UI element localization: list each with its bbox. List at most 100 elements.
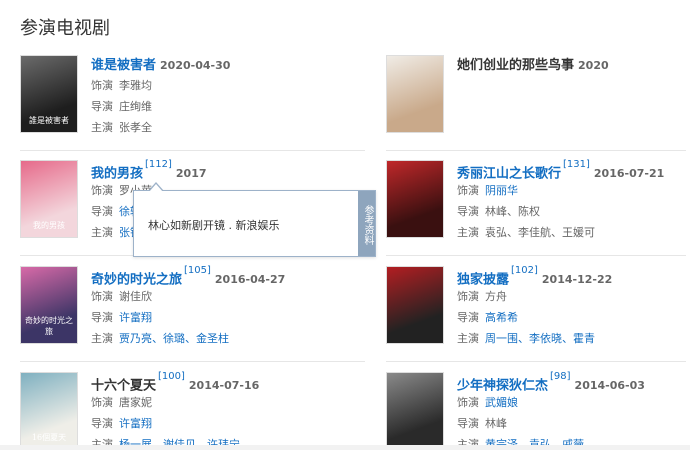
drama-info: 奇妙的时光之旅[105]2016-04-27 饰演 谢佳欣 导演 许富翔主演 贾乃亮、徐璐… bbox=[91, 265, 325, 349]
starring-label: 主演 bbox=[91, 226, 113, 239]
starring-label: 主演 bbox=[457, 226, 479, 239]
role-label: 饰演 bbox=[91, 79, 113, 92]
reference-marker[interactable]: [105] bbox=[184, 265, 211, 276]
director-row: 导演 高希希 bbox=[457, 308, 690, 328]
director-label: 导演 bbox=[457, 311, 479, 324]
director-name[interactable]: 许富翔 bbox=[119, 417, 152, 430]
role-label: 饰演 bbox=[91, 184, 113, 197]
role-row: 饰演 方舟 bbox=[457, 287, 690, 307]
drama-poster[interactable] bbox=[386, 160, 444, 238]
drama-card: 她们创业的那些鸟事 2020 bbox=[386, 55, 690, 145]
air-date: 2020-04-30 bbox=[160, 59, 231, 72]
star-name[interactable]: 徐璐、 bbox=[163, 332, 196, 345]
director-row: 导演 林峰、陈权 bbox=[457, 202, 690, 222]
drama-info: 她们创业的那些鸟事 2020 bbox=[457, 55, 690, 75]
reference-marker[interactable]: [100] bbox=[158, 371, 185, 382]
director-name: 林峰、陈权 bbox=[485, 205, 540, 218]
drama-info: 十六个夏天[100]2014-07-16 饰演 唐家妮 导演 许富翔 主演 杨一展、谢佳见、… bbox=[91, 371, 325, 450]
director-row: 导演 庄绚维 bbox=[91, 97, 325, 117]
director-label: 导演 bbox=[457, 417, 479, 430]
director-name: 林峰 bbox=[485, 417, 507, 430]
drama-poster[interactable] bbox=[386, 55, 444, 133]
star-name[interactable]: 李依晓、 bbox=[529, 332, 573, 345]
drama-card: 秀丽江山之长歌行[131]2016-07-21 饰演 阴丽华 导演 林峰、陈权 主演 袁弘、… bbox=[386, 159, 690, 250]
drama-title-line: 少年神探狄仁杰[98]2014-06-03 bbox=[457, 371, 690, 393]
starring-label: 主演 bbox=[91, 332, 113, 345]
director-name[interactable]: 许富翔 bbox=[119, 311, 152, 324]
role-row: 饰演 李雅均 bbox=[91, 76, 325, 96]
tooltip-reference-label: 参考资料 bbox=[358, 191, 375, 256]
role-row: 饰演 谢佳欣 bbox=[91, 287, 325, 307]
role-label: 饰演 bbox=[91, 290, 113, 303]
drama-poster[interactable] bbox=[386, 266, 444, 344]
role-name[interactable]: 阴丽华 bbox=[485, 184, 518, 197]
director-row: 导演 许富翔 bbox=[91, 308, 325, 328]
air-date: 2014-12-22 bbox=[541, 273, 613, 287]
row-divider bbox=[386, 361, 686, 362]
role-row: 饰演 阴丽华 bbox=[457, 181, 690, 201]
horizontal-scrollbar[interactable] bbox=[0, 445, 690, 450]
starring-label: 主演 bbox=[457, 332, 479, 345]
star-name[interactable]: 金圣柱 bbox=[196, 332, 229, 345]
drama-info: 独家披露[102]2014-12-22 饰演 方舟 导演 高希希 主演 周一围、李依晓、霍青 bbox=[457, 265, 690, 349]
tooltip-reference-link[interactable]: 林心如新剧开镜 . 新浪娱乐 bbox=[148, 217, 280, 233]
director-label: 导演 bbox=[457, 205, 479, 218]
drama-poster[interactable]: 奇妙的时光之旅 bbox=[20, 266, 78, 344]
drama-card: 少年神探狄仁杰[98]2014-06-03 饰演 武媚娘 导演 林峰 主演 黄宗泽、袁弘、戚… bbox=[386, 371, 690, 450]
drama-poster[interactable] bbox=[386, 372, 444, 450]
drama-title[interactable]: 秀丽江山之长歌行 bbox=[457, 166, 561, 181]
drama-title-line: 十六个夏天[100]2014-07-16 bbox=[91, 371, 325, 394]
drama-card: 独家披露[102]2014-12-22 饰演 方舟 导演 高希希 主演 周一围、李依晓、霍青 bbox=[386, 265, 690, 356]
drama-title[interactable]: 少年神探狄仁杰 bbox=[457, 378, 548, 393]
drama-title: 十六个夏天 bbox=[91, 378, 157, 394]
director-row: 导演 许富翔 bbox=[91, 414, 325, 434]
drama-title-line: 我的男孩[112]2017 bbox=[91, 159, 325, 181]
reference-marker[interactable]: [131] bbox=[563, 159, 590, 170]
drama-title[interactable]: 我的男孩 bbox=[91, 166, 143, 181]
row-divider bbox=[386, 150, 686, 151]
reference-marker[interactable]: [102] bbox=[511, 265, 538, 276]
drama-title[interactable]: 独家披露 bbox=[457, 272, 509, 287]
drama-title[interactable]: 奇妙的时光之旅 bbox=[91, 272, 182, 287]
director-row: 导演 林峰 bbox=[457, 414, 690, 434]
director-label: 导演 bbox=[91, 205, 113, 218]
role-label: 饰演 bbox=[457, 290, 479, 303]
poster-title: 誰是被害者 bbox=[29, 116, 69, 125]
drama-title-line: 奇妙的时光之旅[105]2016-04-27 bbox=[91, 265, 325, 287]
starring-label: 主演 bbox=[91, 121, 113, 134]
drama-title-line: 谁是被害者 2020-04-30 bbox=[91, 55, 325, 75]
role-row: 饰演 唐家妮 bbox=[91, 393, 325, 413]
reference-marker[interactable]: [98] bbox=[550, 371, 571, 382]
star-name[interactable]: 贾乃亮、 bbox=[119, 332, 163, 345]
row-divider bbox=[386, 255, 686, 256]
starring-row: 主演 周一围、李依晓、霍青 bbox=[457, 329, 690, 349]
director-name: 庄绚维 bbox=[119, 100, 152, 113]
drama-poster[interactable]: 我的男孩 bbox=[20, 160, 78, 238]
air-date: 2016-07-21 bbox=[593, 167, 665, 181]
drama-title[interactable]: 谁是被害者 bbox=[91, 58, 156, 73]
star-name[interactable]: 霍青 bbox=[573, 332, 595, 345]
drama-title-line: 她们创业的那些鸟事 2020 bbox=[457, 55, 690, 75]
star-name: 袁弘、李佳航、王媛可 bbox=[485, 226, 595, 239]
reference-tooltip: 林心如新剧开镜 . 新浪娱乐 参考资料 bbox=[133, 182, 376, 257]
director-label: 导演 bbox=[91, 417, 113, 430]
director-name[interactable]: 高希希 bbox=[485, 311, 518, 324]
star-name[interactable]: 周一围、 bbox=[485, 332, 529, 345]
role-name: 李雅均 bbox=[119, 79, 152, 92]
drama-title-line: 秀丽江山之长歌行[131]2016-07-21 bbox=[457, 159, 690, 181]
air-date: 2014-07-16 bbox=[188, 379, 260, 393]
air-date: 2020 bbox=[578, 59, 609, 72]
drama-poster[interactable]: 誰是被害者 bbox=[20, 55, 78, 133]
director-label: 导演 bbox=[91, 100, 113, 113]
row-divider bbox=[20, 150, 365, 151]
poster-title: 奇妙的时光之旅 bbox=[25, 316, 73, 336]
drama-card: 奇妙的时光之旅 奇妙的时光之旅[105]2016-04-27 饰演 谢佳欣 导演 许富翔主… bbox=[20, 265, 325, 356]
drama-info: 谁是被害者 2020-04-30 饰演 李雅均 导演 庄绚维 主演 张孝全 bbox=[91, 55, 325, 138]
drama-poster[interactable]: 16個夏天 bbox=[20, 372, 78, 450]
role-name: 唐家妮 bbox=[119, 396, 152, 409]
drama-info: 少年神探狄仁杰[98]2014-06-03 饰演 武媚娘 导演 林峰 主演 黄宗泽、袁弘、戚… bbox=[457, 371, 690, 450]
reference-marker[interactable]: [112] bbox=[145, 159, 172, 170]
drama-card: 誰是被害者 谁是被害者 2020-04-30 饰演 李雅均 导演 庄绚维 主演 张孝全 bbox=[20, 55, 325, 145]
starring-row: 主演 袁弘、李佳航、王媛可 bbox=[457, 223, 690, 243]
role-name[interactable]: 武媚娘 bbox=[485, 396, 518, 409]
